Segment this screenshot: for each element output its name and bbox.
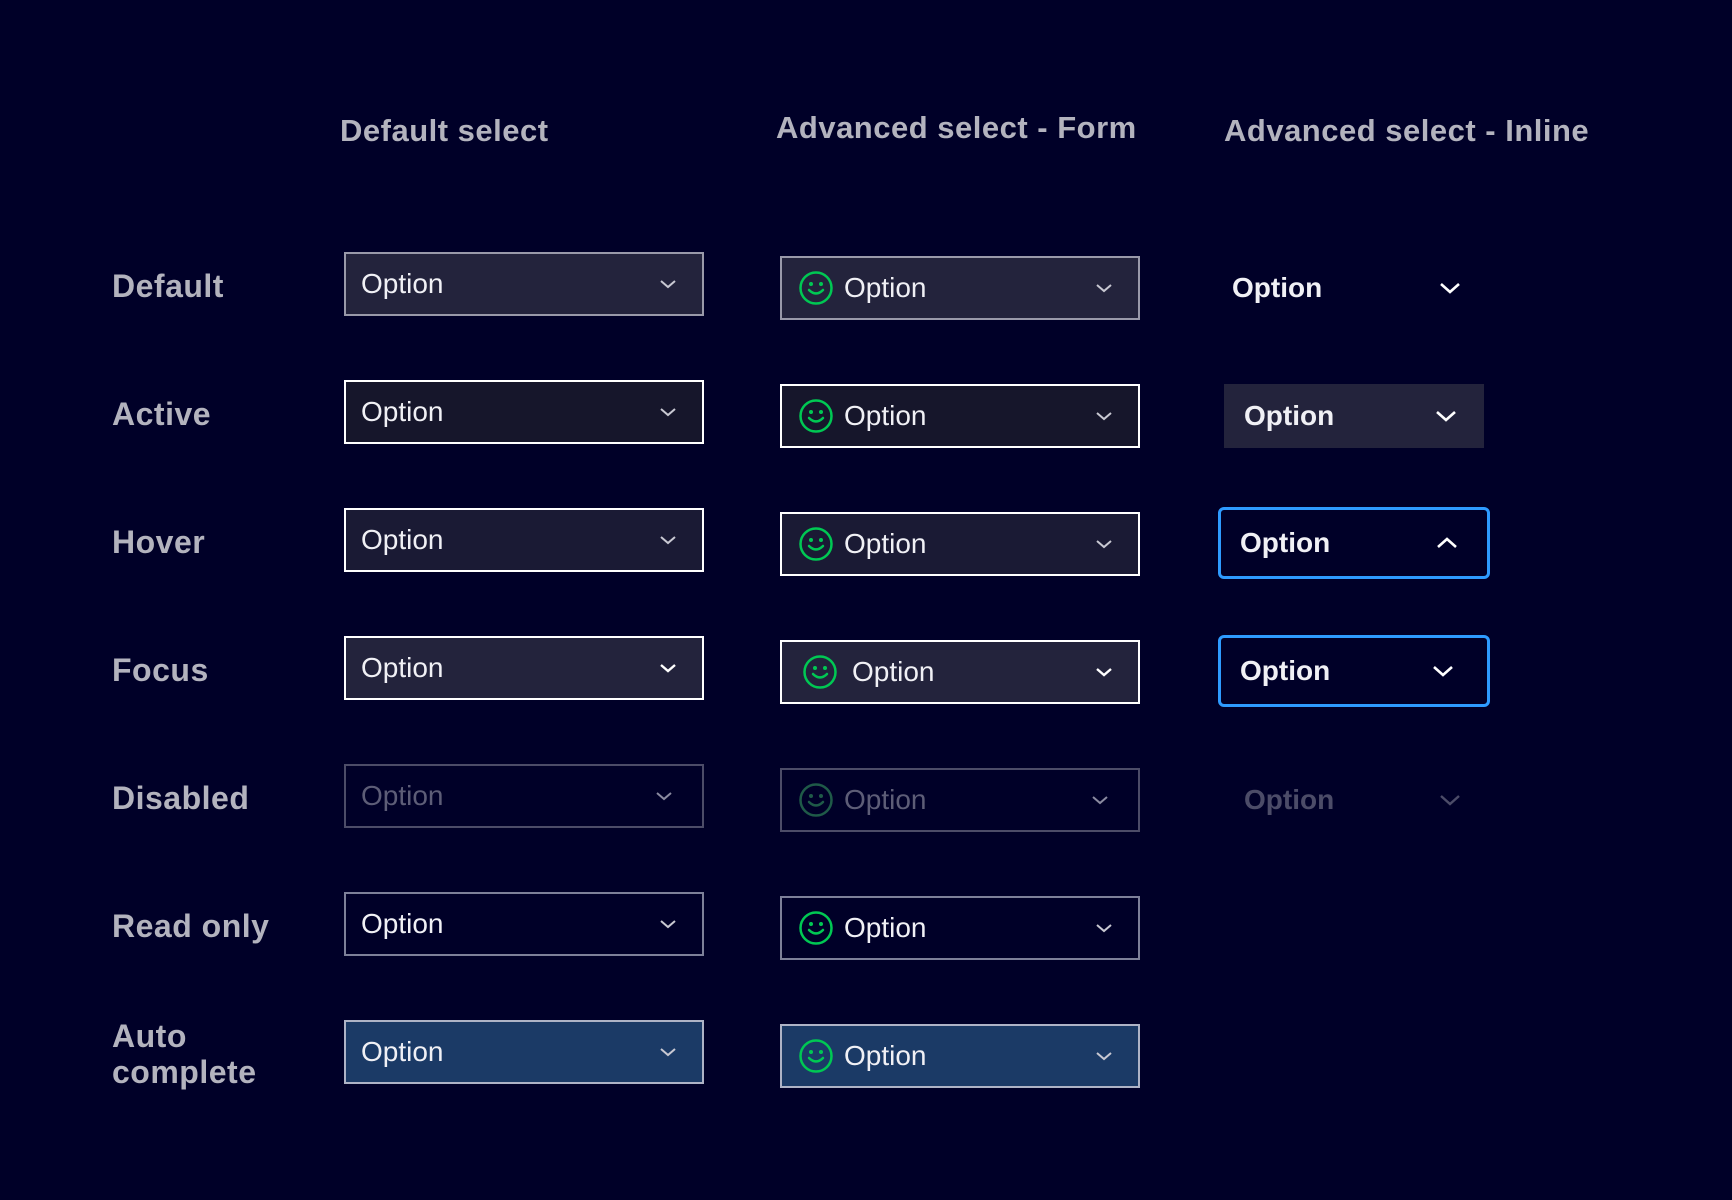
row-label-read-only: Read only bbox=[112, 908, 270, 944]
row-label-auto-complete-line1: Auto bbox=[112, 1018, 187, 1054]
smiley-icon bbox=[802, 654, 838, 690]
select-value: Option bbox=[361, 780, 444, 811]
select-value: Option bbox=[844, 272, 927, 303]
row-label-hover: Hover bbox=[112, 524, 206, 560]
select-value: Option bbox=[852, 656, 935, 687]
column-header-advanced-form: Advanced select - Form bbox=[776, 110, 1137, 145]
advanced-form-select-auto-complete[interactable]: Option bbox=[780, 1024, 1140, 1088]
smiley-icon bbox=[798, 270, 834, 306]
column-header-default-select: Default select bbox=[340, 113, 549, 148]
chevron-down-icon bbox=[1092, 916, 1116, 940]
row-label-disabled: Disabled bbox=[112, 780, 250, 816]
smiley-icon bbox=[798, 398, 834, 434]
smiley-icon bbox=[798, 526, 834, 562]
chevron-down-icon bbox=[656, 912, 680, 936]
select-value: Option bbox=[361, 396, 444, 427]
advanced-inline-select-focus[interactable]: Option bbox=[1218, 635, 1490, 707]
select-value: Option bbox=[844, 912, 927, 943]
select-value: Option bbox=[361, 524, 444, 555]
advanced-form-select-read-only[interactable]: Option bbox=[780, 896, 1140, 960]
advanced-inline-select-hover[interactable]: Option bbox=[1218, 507, 1490, 579]
chevron-down-icon bbox=[1431, 659, 1455, 683]
chevron-down-icon bbox=[1092, 1044, 1116, 1068]
select-value: Option bbox=[361, 652, 444, 683]
select-states-sheet: Default select Advanced select - Form Ad… bbox=[0, 0, 1732, 1200]
advanced-inline-select-default[interactable]: Option bbox=[1216, 256, 1480, 320]
chevron-up-icon bbox=[1435, 531, 1459, 555]
chevron-down-icon bbox=[656, 528, 680, 552]
default-select-disabled: Option bbox=[344, 764, 704, 828]
select-value: Option bbox=[361, 1036, 444, 1067]
chevron-down-icon bbox=[1092, 532, 1116, 556]
chevron-down-icon bbox=[1088, 788, 1112, 812]
advanced-inline-select-disabled: Option bbox=[1224, 768, 1488, 832]
select-value: Option bbox=[1244, 784, 1335, 815]
advanced-form-select-default[interactable]: Option bbox=[780, 256, 1140, 320]
row-label-auto-complete-line2: complete bbox=[112, 1054, 257, 1090]
select-value: Option bbox=[361, 268, 444, 299]
advanced-form-select-hover[interactable]: Option bbox=[780, 512, 1140, 576]
default-select-auto-complete[interactable]: Option bbox=[344, 1020, 704, 1084]
default-select-hover[interactable]: Option bbox=[344, 508, 704, 572]
select-value: Option bbox=[1244, 400, 1335, 431]
row-label-auto-complete: Auto complete bbox=[112, 1018, 256, 1090]
smiley-icon bbox=[798, 782, 834, 818]
advanced-form-select-focus[interactable]: Option bbox=[780, 640, 1140, 704]
advanced-form-select-active[interactable]: Option bbox=[780, 384, 1140, 448]
select-value: Option bbox=[361, 908, 444, 939]
select-value: Option bbox=[1240, 655, 1331, 686]
default-select-default[interactable]: Option bbox=[344, 252, 704, 316]
chevron-down-icon bbox=[1092, 404, 1116, 428]
chevron-down-icon bbox=[656, 400, 680, 424]
chevron-down-icon bbox=[1438, 788, 1462, 812]
default-select-focus[interactable]: Option bbox=[344, 636, 704, 700]
select-value: Option bbox=[1240, 527, 1331, 558]
smiley-icon bbox=[798, 1038, 834, 1074]
default-select-active[interactable]: Option bbox=[344, 380, 704, 444]
chevron-down-icon bbox=[1434, 404, 1458, 428]
default-select-read-only[interactable]: Option bbox=[344, 892, 704, 956]
select-value: Option bbox=[1232, 272, 1323, 303]
chevron-down-icon bbox=[652, 784, 676, 808]
advanced-inline-select-active[interactable]: Option bbox=[1224, 384, 1484, 448]
select-value: Option bbox=[844, 1040, 927, 1071]
chevron-down-icon bbox=[1092, 276, 1116, 300]
column-header-advanced-inline: Advanced select - Inline bbox=[1224, 113, 1590, 148]
chevron-down-icon bbox=[656, 272, 680, 296]
row-label-focus: Focus bbox=[112, 652, 209, 688]
select-value: Option bbox=[844, 528, 927, 559]
chevron-down-icon bbox=[656, 1040, 680, 1064]
select-value: Option bbox=[844, 784, 927, 815]
select-value: Option bbox=[844, 400, 927, 431]
chevron-down-icon bbox=[1092, 660, 1116, 684]
chevron-down-icon bbox=[1438, 276, 1462, 300]
advanced-form-select-disabled: Option bbox=[780, 768, 1140, 832]
chevron-down-icon bbox=[656, 656, 680, 680]
row-label-default: Default bbox=[112, 268, 224, 304]
smiley-icon bbox=[798, 910, 834, 946]
row-label-active: Active bbox=[112, 396, 212, 432]
